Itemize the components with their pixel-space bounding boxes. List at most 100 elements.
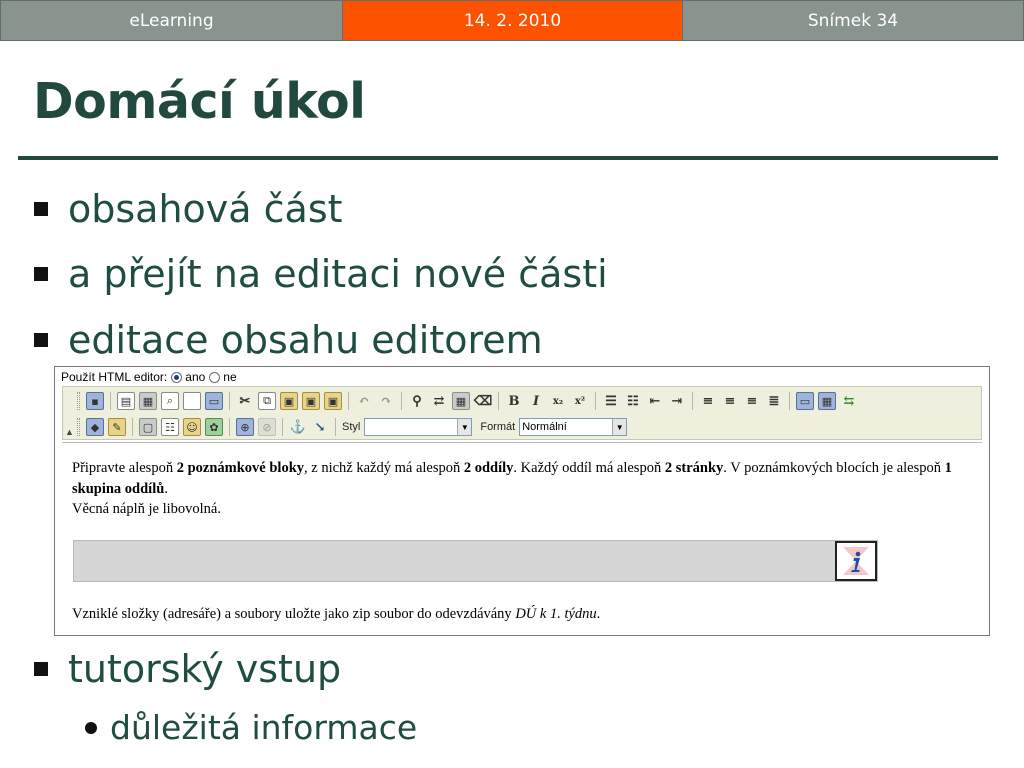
submission-paragraph: Vzniklé složky (adresáře) a soubory ulož… xyxy=(72,604,600,624)
paste-word-icon[interactable]: ▣ xyxy=(324,392,342,410)
bullet-text: obsahová část xyxy=(68,187,343,231)
toolbar-separator xyxy=(335,418,336,436)
chevron-down-icon[interactable]: ▼ xyxy=(457,419,472,435)
bullet-text: editace obsahu editorem xyxy=(68,318,543,362)
cube-icon[interactable]: ◆ xyxy=(86,418,104,436)
bullet-text: a přejít na editaci nové části xyxy=(68,252,608,296)
text-run: Vzniklé složky (adresáře) a soubory ulož… xyxy=(72,606,516,622)
pencil-icon[interactable]: ✎ xyxy=(108,418,126,436)
puzzle-icon[interactable]: ✿ xyxy=(205,418,223,436)
slide-title: Domácí úkol xyxy=(33,73,366,130)
bullet-item: tutorský vstup xyxy=(34,646,341,692)
align-left-icon[interactable]: ≡ xyxy=(699,392,717,410)
format-select[interactable]: Normální ▼ xyxy=(519,418,628,436)
editor-content-area[interactable]: Připravte alespoň 2 poznámkové bloky, z … xyxy=(62,442,982,635)
italic-text: DÚ k 1. týdnu xyxy=(515,606,597,622)
square-bullet-icon xyxy=(34,333,48,347)
anchor-icon[interactable]: ⚓ xyxy=(289,418,307,436)
image-icon[interactable]: ▭ xyxy=(796,392,814,410)
html-editor-option: Použít HTML editor: ano ne xyxy=(61,370,237,384)
smiley-icon[interactable]: ☺ xyxy=(183,418,201,436)
bullet-item: obsahová část xyxy=(34,186,343,232)
find-icon[interactable]: ⚲ xyxy=(408,392,426,410)
editor-screenshot: Použít HTML editor: ano ne ▲ ▪ ▤ ▦ ⌕ ▭ ✂… xyxy=(54,366,990,636)
slide-header: eLearning 14. 2. 2010 Snímek 34 xyxy=(0,0,1024,41)
subscript-icon[interactable]: x₂ xyxy=(549,392,567,410)
anchor-link-icon[interactable]: ↘ xyxy=(311,418,329,436)
bullet-item: a přejít na editaci nové části xyxy=(34,251,608,297)
toolbar-separator xyxy=(110,392,111,410)
toolbar-grip[interactable] xyxy=(77,418,80,436)
square-bullet-icon xyxy=(34,267,48,281)
bold-text: 2 poznámkové bloky xyxy=(176,460,305,476)
info-icon[interactable] xyxy=(835,541,877,581)
align-right-icon[interactable]: ≡ xyxy=(743,392,761,410)
header-course: eLearning xyxy=(0,0,343,41)
print-preview-icon[interactable]: ⌕ xyxy=(161,392,179,410)
toolbar-separator xyxy=(692,392,693,410)
header-date: 14. 2. 2010 xyxy=(343,0,682,41)
format-label: Formát xyxy=(480,421,516,433)
format-select-value: Normální xyxy=(522,421,567,433)
sub-bullet-item: důležitá informace xyxy=(85,708,417,748)
rule-icon[interactable]: ⇆ xyxy=(840,392,858,410)
align-center-icon[interactable]: ≡ xyxy=(721,392,739,410)
template-icon[interactable]: ▦ xyxy=(139,392,157,410)
link-icon[interactable]: ⊕ xyxy=(236,418,254,436)
style-select[interactable]: ▼ xyxy=(364,418,473,436)
style-label: Styl xyxy=(342,421,361,433)
toolbar-separator xyxy=(229,392,230,410)
bold-icon[interactable]: B xyxy=(505,392,523,410)
radio-yes[interactable] xyxy=(171,371,183,383)
toolbar-separator xyxy=(401,392,402,410)
justify-icon[interactable]: ≣ xyxy=(765,392,783,410)
toolbar-separator xyxy=(348,392,349,410)
select-all-icon[interactable]: ▦ xyxy=(452,392,470,410)
eraser-icon[interactable]: ⌫ xyxy=(474,392,492,410)
collapse-toolbar-icon[interactable]: ▲ xyxy=(65,427,74,437)
chevron-down-icon[interactable]: ▼ xyxy=(612,419,627,435)
text-run: Připravte alespoň xyxy=(72,460,177,476)
replace-icon[interactable]: ⇄ xyxy=(430,392,448,410)
toolbar-separator xyxy=(498,392,499,410)
title-divider xyxy=(18,156,998,160)
text-run: . V poznámkových blocích je alespoň xyxy=(723,460,945,476)
sub-bullet-text: důležitá informace xyxy=(110,708,418,747)
info-panel xyxy=(73,540,878,582)
paste-icon[interactable]: ▣ xyxy=(280,392,298,410)
preview-icon[interactable]: ▤ xyxy=(117,392,135,410)
round-bullet-icon xyxy=(85,722,97,734)
toolbar-separator xyxy=(595,392,596,410)
toolbar-grip[interactable] xyxy=(77,392,80,410)
bullet-item: editace obsahu editorem xyxy=(34,317,543,363)
toolbar-separator xyxy=(789,392,790,410)
unordered-list-icon[interactable]: ☷ xyxy=(624,392,642,410)
toolbar-row-2: ◆ ✎ ▢ ☷ ☺ ✿ ⊕ ⊘ ⚓ ↘ Styl ▼ Formát Normál… xyxy=(77,416,628,438)
toolbar-separator xyxy=(282,418,283,436)
redo-icon[interactable]: ↷ xyxy=(377,392,395,410)
cut-icon[interactable]: ✂ xyxy=(236,392,254,410)
table-icon[interactable]: ▦ xyxy=(818,392,836,410)
paste-text-icon[interactable]: ▣ xyxy=(302,392,320,410)
source-icon[interactable]: ▭ xyxy=(205,392,223,410)
italic-icon[interactable]: I xyxy=(527,392,545,410)
text-run: . Každý oddíl má alespoň xyxy=(513,460,665,476)
new-page-icon[interactable] xyxy=(183,392,201,410)
toolbar-row-1: ▪ ▤ ▦ ⌕ ▭ ✂ ⧉ ▣ ▣ ▣ ↶ ↷ ⚲ ⇄ ▦ ⌫ B I x₂ x… xyxy=(77,390,860,412)
ordered-list-icon[interactable]: ☰ xyxy=(602,392,620,410)
editor-toolbar: ▲ ▪ ▤ ▦ ⌕ ▭ ✂ ⧉ ▣ ▣ ▣ ↶ ↷ ⚲ ⇄ ▦ ⌫ B I x₂… xyxy=(62,386,982,440)
superscript-icon[interactable]: x² xyxy=(571,392,589,410)
copy-icon[interactable]: ⧉ xyxy=(258,392,276,410)
outdent-icon[interactable]: ⇤ xyxy=(646,392,664,410)
unlink-icon[interactable]: ⊘ xyxy=(258,418,276,436)
toolbar-separator xyxy=(132,418,133,436)
bold-text: 2 stránky xyxy=(664,460,724,476)
undo-icon[interactable]: ↶ xyxy=(355,392,373,410)
use-html-editor-label: Použít HTML editor: xyxy=(61,370,168,384)
square-bullet-icon xyxy=(34,662,48,676)
save-icon[interactable]: ▪ xyxy=(86,392,104,410)
tag-icon[interactable]: ▢ xyxy=(139,418,157,436)
indent-icon[interactable]: ⇥ xyxy=(668,392,686,410)
form-icon[interactable]: ☷ xyxy=(161,418,179,436)
radio-no[interactable] xyxy=(209,371,221,383)
